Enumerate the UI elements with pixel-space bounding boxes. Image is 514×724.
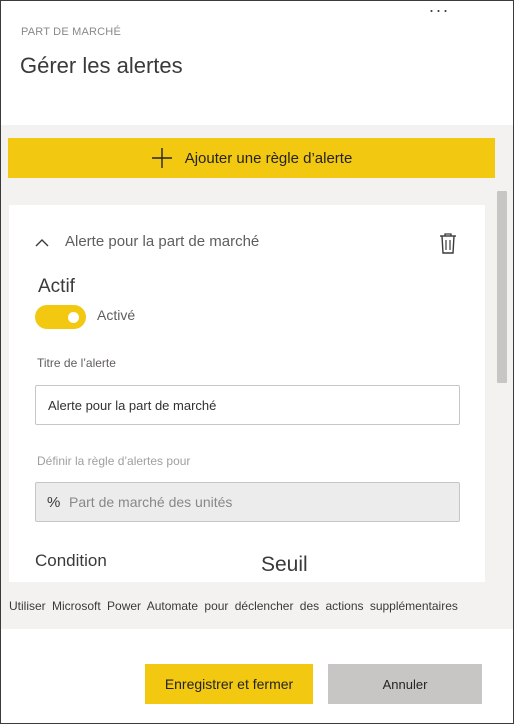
page-title: Gérer les alertes	[20, 53, 183, 78]
cancel-button[interactable]: Annuler	[328, 664, 482, 704]
panel-subtitle: PART DE MARCHÉ	[21, 26, 121, 38]
active-heading: Actif	[38, 276, 75, 297]
alert-rule-name[interactable]: Alerte pour la part de marché	[65, 233, 259, 250]
toggle-state-label: Activé	[97, 307, 136, 323]
add-alert-rule-label: Ajouter une règle d’alerte	[184, 149, 353, 167]
alert-title-label: Titre de l’alerte	[37, 356, 116, 370]
measure-value: Part de marché des unités	[69, 494, 233, 510]
more-options-icon[interactable]: ···	[425, 1, 453, 23]
alert-title-input[interactable]	[35, 385, 460, 425]
percent-icon: %	[47, 493, 61, 511]
rule-for-label: Définir la règle d’alertes pour	[37, 454, 191, 468]
active-toggle[interactable]	[35, 305, 86, 329]
toggle-knob	[68, 312, 79, 323]
plus-icon	[151, 148, 172, 168]
trash-icon[interactable]	[437, 231, 459, 255]
alert-rule-card: Alerte pour la part de marché Actif Acti…	[9, 205, 485, 582]
power-automate-link[interactable]: Utiliser Microsoft Power Automate pour d…	[9, 599, 458, 613]
save-and-close-button[interactable]: Enregistrer et fermer	[145, 664, 313, 704]
panel-header: ··· PART DE MARCHÉ Gérer les alertes	[1, 1, 513, 125]
condition-label: Condition	[35, 551, 107, 570]
add-alert-rule-button[interactable]: Ajouter une règle d’alerte	[8, 138, 495, 178]
alerts-panel: ··· PART DE MARCHÉ Gérer les alertes Ajo…	[0, 0, 514, 724]
chevron-up-icon[interactable]	[35, 237, 49, 247]
scrollbar-thumb[interactable]	[497, 191, 507, 383]
measure-field: % Part de marché des unités	[35, 482, 460, 522]
threshold-label: Seuil	[261, 553, 308, 576]
